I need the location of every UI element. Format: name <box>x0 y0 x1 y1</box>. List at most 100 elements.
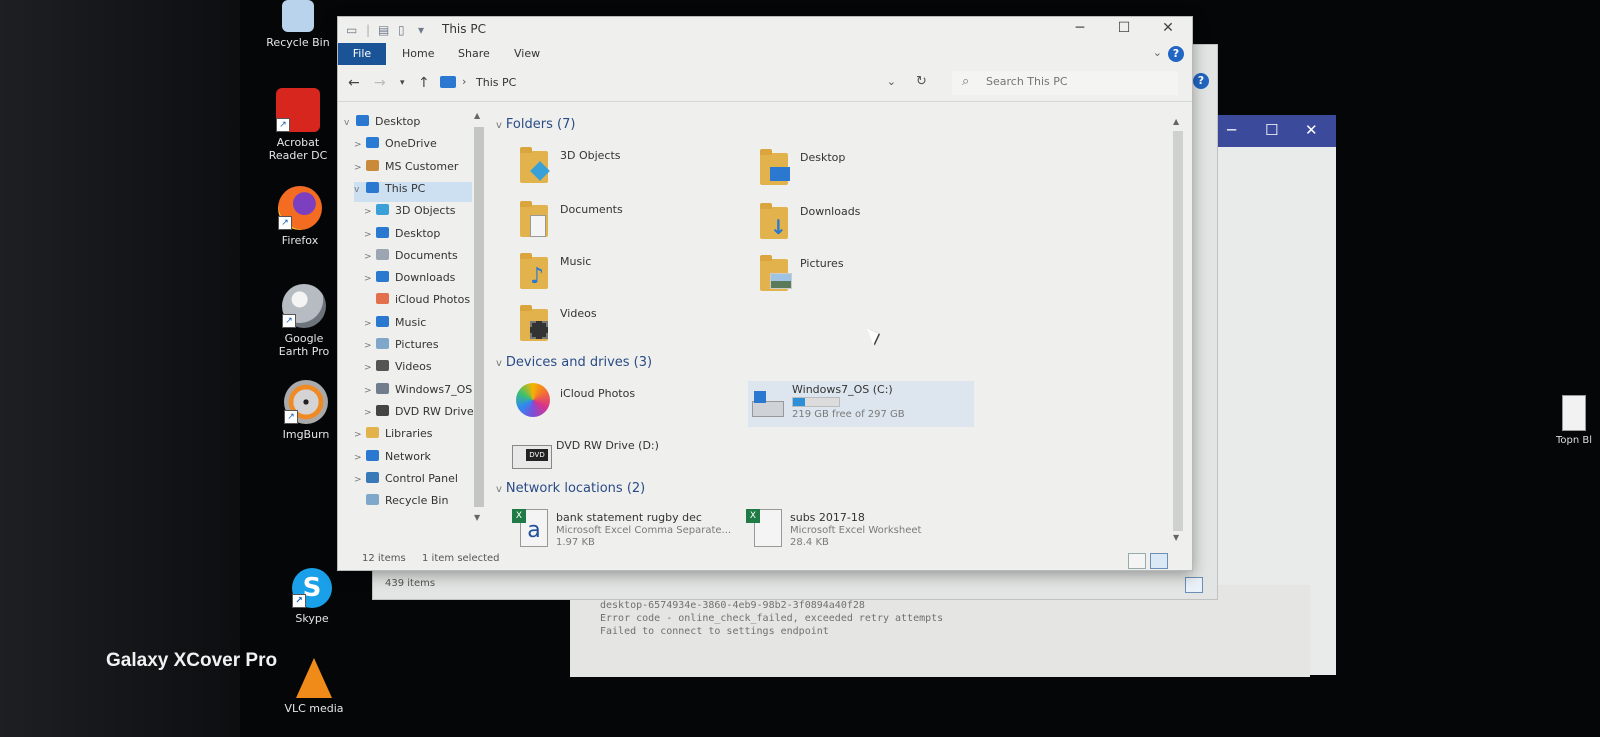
tab-share[interactable]: Share <box>458 47 490 60</box>
scrollbar-thumb[interactable] <box>1173 131 1183 531</box>
collapsed-chevron-icon[interactable]: > <box>364 408 376 418</box>
group-header-devices[interactable]: v Devices and drives (3) <box>496 355 652 370</box>
firefox-icon: ↗ <box>278 186 322 230</box>
close-icon[interactable]: ✕ <box>1305 121 1318 139</box>
nav-item[interactable]: > Network <box>354 449 472 470</box>
navigation-pane-scrollbar[interactable]: ▲ ▼ <box>472 109 486 529</box>
breadcrumb-this-pc[interactable]: This PC <box>476 76 516 89</box>
collapsed-chevron-icon[interactable]: > <box>364 252 376 262</box>
nav-item[interactable]: v This PC <box>354 181 472 202</box>
nav-item[interactable]: > Videos <box>364 360 472 380</box>
drive-windows7-os[interactable]: Windows7_OS (C:) 219 GB free of 297 GB <box>748 381 974 427</box>
group-header-folders[interactable]: v Folders (7) <box>496 117 575 132</box>
nav-item[interactable]: Recycle Bin <box>354 494 472 514</box>
nav-item[interactable]: > OneDrive <box>354 137 472 157</box>
desktop-icon-skype[interactable]: S ↗ Skype <box>270 568 354 625</box>
address-bar[interactable]: › This PC ⌄ <box>436 72 906 94</box>
desktop-icon-imgburn[interactable]: ↗ ImgBurn <box>264 380 348 441</box>
desktop-icon-vlc[interactable]: VLC media <box>272 658 356 715</box>
help-icon[interactable]: ? <box>1168 46 1184 62</box>
collapsed-chevron-icon[interactable]: > <box>354 453 366 463</box>
collapse-chevron-icon[interactable]: v <box>496 484 502 495</box>
large-icons-view-button[interactable] <box>1150 553 1168 569</box>
shortcut-arrow-icon: ↗ <box>284 410 298 424</box>
up-arrow-icon[interactable]: ↑ <box>418 75 430 91</box>
ribbon-expand-icon[interactable]: ⌄ <box>1153 46 1162 59</box>
desktop-icon-firefox[interactable]: ↗ Firefox <box>258 186 342 247</box>
maximize-button[interactable]: ☐ <box>1102 20 1146 36</box>
nav-item[interactable]: > Music <box>364 315 472 336</box>
address-dropdown-icon[interactable]: ⌄ <box>887 75 896 88</box>
nav-item[interactable]: v Desktop <box>344 115 472 135</box>
collapsed-chevron-icon[interactable]: > <box>364 363 376 373</box>
nav-item[interactable]: > Pictures <box>364 338 472 358</box>
nav-item[interactable]: > Control Panel <box>354 471 472 492</box>
scroll-up-icon[interactable]: ▲ <box>1173 117 1179 126</box>
maximize-icon[interactable]: ☐ <box>1265 121 1278 139</box>
tab-view[interactable]: View <box>514 47 540 60</box>
close-button[interactable]: ✕ <box>1146 20 1190 36</box>
forward-arrow-icon[interactable]: → <box>374 75 386 91</box>
folder-3d-objects[interactable]: 3D Objects <box>516 145 736 193</box>
search-input[interactable] <box>984 74 1168 89</box>
collapsed-chevron-icon[interactable]: > <box>364 207 376 217</box>
collapsed-chevron-icon[interactable]: > <box>364 230 376 240</box>
nav-item[interactable]: iCloud Photos <box>364 293 472 313</box>
expanded-chevron-icon[interactable]: v <box>344 118 356 128</box>
scroll-down-icon[interactable]: ▼ <box>474 513 480 522</box>
recent-locations-icon[interactable]: ▾ <box>400 78 405 88</box>
desktop-icon-google-earth[interactable]: ↗ Google Earth Pro <box>262 284 346 358</box>
collapsed-chevron-icon[interactable]: > <box>364 319 376 329</box>
desktop-icon-acrobat[interactable]: ↗ Acrobat Reader DC <box>256 88 340 162</box>
scroll-up-icon[interactable]: ▲ <box>474 111 480 120</box>
folder-documents[interactable]: Documents <box>516 199 736 247</box>
collapsed-chevron-icon[interactable]: > <box>364 341 376 351</box>
expanded-chevron-icon[interactable]: v <box>354 185 366 195</box>
search-box[interactable]: ⌕ <box>952 71 1178 95</box>
drive-dvd-rw[interactable]: DVD DVD RW Drive (D:) <box>512 435 732 483</box>
properties-icon[interactable]: ▤ <box>378 23 389 37</box>
folder-pictures[interactable]: Pictures <box>756 253 976 301</box>
folder-downloads[interactable]: ↓ Downloads <box>756 201 976 249</box>
collapse-chevron-icon[interactable]: v <box>496 120 502 131</box>
refresh-icon[interactable]: ↻ <box>916 74 927 89</box>
new-folder-icon[interactable]: ▯ <box>398 23 405 37</box>
nav-item[interactable]: > Libraries <box>354 427 472 447</box>
folder-desktop[interactable]: Desktop <box>756 147 976 195</box>
quick-access-dropdown-icon[interactable]: ▾ <box>418 23 424 37</box>
back-arrow-icon[interactable]: ← <box>348 75 360 91</box>
nav-item-icon <box>376 382 389 394</box>
desktop-file-icon[interactable]: Topn Bl <box>1548 395 1600 475</box>
camera-watermark: Galaxy XCover Pro <box>106 650 278 671</box>
nav-item[interactable]: > Windows7_OS <box>364 382 472 403</box>
nav-item[interactable]: > DVD RW Drive <box>364 404 474 425</box>
collapsed-chevron-icon[interactable]: > <box>354 140 366 150</box>
tab-file[interactable]: File <box>338 43 386 65</box>
minimize-button[interactable]: ─ <box>1058 20 1102 36</box>
folder-videos[interactable]: Videos <box>516 303 736 351</box>
nav-item[interactable]: > MS Customer <box>354 159 472 180</box>
details-view-icon[interactable] <box>1185 577 1203 593</box>
collapsed-chevron-icon[interactable]: > <box>364 386 376 396</box>
content-scrollbar[interactable]: ▲ ▼ <box>1171 115 1185 545</box>
collapsed-chevron-icon[interactable]: > <box>354 430 366 440</box>
minimize-icon[interactable]: ─ <box>1227 121 1236 139</box>
scrollbar-thumb[interactable] <box>474 127 484 507</box>
collapsed-chevron-icon[interactable]: > <box>354 475 366 485</box>
collapsed-chevron-icon[interactable]: > <box>364 274 376 284</box>
desktop-icon-recycle-bin[interactable]: Recycle Bin <box>256 0 340 49</box>
collapse-chevron-icon[interactable]: v <box>496 358 502 369</box>
group-header-network[interactable]: v Network locations (2) <box>496 481 645 496</box>
nav-item[interactable]: > Downloads <box>364 271 472 291</box>
collapsed-chevron-icon[interactable]: > <box>354 163 366 173</box>
nav-item[interactable]: > Desktop <box>364 226 472 247</box>
photo-bezel <box>0 0 240 737</box>
help-icon[interactable]: ? <box>1193 73 1209 89</box>
nav-item[interactable]: > Documents <box>364 248 472 269</box>
tab-home[interactable]: Home <box>402 47 434 60</box>
scroll-down-icon[interactable]: ▼ <box>1173 533 1179 542</box>
details-view-button[interactable] <box>1128 553 1146 569</box>
device-icloud-photos[interactable]: iCloud Photos <box>516 383 736 431</box>
folder-music[interactable]: ♪ Music <box>516 251 736 299</box>
nav-item[interactable]: >3D Objects <box>364 204 472 224</box>
